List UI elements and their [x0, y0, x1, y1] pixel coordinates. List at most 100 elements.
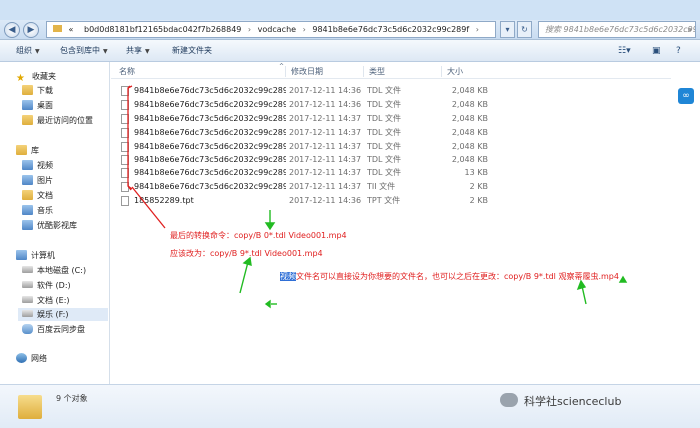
sidebar-item-drive-d[interactable]: 软件 (D:) — [22, 279, 71, 292]
hard-drive-icon — [22, 310, 33, 317]
view-options-icon[interactable]: ☷▾ — [618, 44, 631, 58]
computer-icon — [16, 250, 27, 260]
sidebar-item-downloads[interactable]: 下载 — [22, 84, 53, 97]
folder-icon — [53, 25, 62, 32]
file-date: 2017-12-11 14:37 — [289, 142, 362, 151]
file-name: 9841b8e6e76dc73c5d6c2032c99c289... — [134, 168, 286, 177]
sidebar-item-baidu[interactable]: 百度云同步盘 — [22, 323, 85, 336]
breadcrumb-chevron[interactable]: « — [69, 25, 74, 34]
sidebar-item-music[interactable]: 音乐 — [22, 204, 53, 217]
file-row[interactable]: 9841b8e6e76dc73c5d6c2032c99c289... 2017-… — [118, 180, 508, 193]
window-titlebar — [0, 0, 700, 20]
include-library-button[interactable]: 包含到库中 ▼ — [60, 44, 108, 59]
sidebar-item-computer[interactable]: 计算机 — [16, 249, 55, 262]
file-date: 2017-12-11 14:36 — [289, 100, 362, 109]
file-size: 2 KB — [469, 182, 488, 191]
star-icon: ★ — [16, 73, 25, 84]
file-name: 9841b8e6e76dc73c5d6c2032c99c289... — [134, 142, 286, 151]
file-row[interactable]: 9841b8e6e76dc73c5d6c2032c99c289... 2017-… — [118, 153, 508, 166]
file-date: 2017-12-11 14:37 — [289, 155, 362, 164]
file-name: 9841b8e6e76dc73c5d6c2032c99c289... — [134, 114, 286, 123]
address-bar[interactable]: « b0d0d8181bf12165bdac042f7b268849 › vod… — [46, 21, 496, 38]
search-input[interactable]: 搜索 9841b8e6e76dc73c5d6c2032c99c289f ⌕ — [538, 21, 696, 38]
breadcrumb-segment-3[interactable]: 9841b8e6e76dc73c5d6c2032c99c289f — [312, 25, 469, 34]
file-row[interactable]: 9841b8e6e76dc73c5d6c2032c99c289... 2017-… — [118, 140, 508, 153]
sidebar-item-documents[interactable]: 文档 — [22, 189, 53, 202]
navigation-pane: ★ 收藏夹 下载 桌面 最近访问的位置 库 视频 图片 文档 音乐 优酷影视库 计… — [0, 62, 110, 384]
status-bar: 9 个对象 科学社scienceclub — [0, 384, 700, 428]
column-header-date[interactable]: 修改日期 — [285, 66, 323, 77]
sidebar-item-videos[interactable]: 视频 — [22, 159, 53, 172]
sidebar-item-library[interactable]: 库 — [16, 144, 39, 157]
sync-badge-icon[interactable]: ∞ — [678, 88, 694, 104]
address-dropdown-icon[interactable]: ▾ — [500, 21, 515, 38]
sidebar-item-desktop[interactable]: 桌面 — [22, 99, 53, 112]
address-bar-row: ◀ ▶ « b0d0d8181bf12165bdac042f7b268849 ›… — [0, 20, 700, 40]
file-row[interactable]: 9841b8e6e76dc73c5d6c2032c99c289... 2017-… — [118, 166, 508, 179]
file-size: 2,048 KB — [451, 86, 488, 95]
file-size: 2,048 KB — [451, 128, 488, 137]
file-row[interactable]: 9841b8e6e76dc73c5d6c2032c99c289... 2017-… — [118, 84, 508, 97]
breadcrumb-segment-1[interactable]: b0d0d8181bf12165bdac042f7b268849 — [84, 25, 241, 34]
youku-library-icon — [22, 220, 33, 230]
file-row[interactable]: 9841b8e6e76dc73c5d6c2032c99c289... 2017-… — [118, 126, 508, 139]
video-library-icon — [22, 160, 33, 170]
file-row[interactable]: 185852289.tpt 2017-12-11 14:36 TPT 文件 2 … — [118, 194, 508, 207]
desktop-icon — [22, 100, 33, 110]
file-name: 9841b8e6e76dc73c5d6c2032c99c289... — [134, 182, 286, 191]
sidebar-item-recent[interactable]: 最近访问的位置 — [22, 114, 93, 127]
file-date: 2017-12-11 14:36 — [289, 86, 362, 95]
chevron-down-icon: ▼ — [145, 48, 150, 55]
file-name: 9841b8e6e76dc73c5d6c2032c99c289... — [134, 155, 286, 164]
refresh-icon[interactable]: ↻ — [517, 21, 532, 38]
hard-drive-icon — [22, 281, 33, 288]
share-button[interactable]: 共享 ▼ — [126, 44, 150, 59]
help-icon[interactable]: ? — [676, 44, 681, 58]
file-date: 2017-12-11 14:37 — [289, 168, 362, 177]
file-name: 9841b8e6e76dc73c5d6c2032c99c289... — [134, 100, 286, 109]
file-row[interactable]: 9841b8e6e76dc73c5d6c2032c99c289... 2017-… — [118, 112, 508, 125]
sidebar-item-drive-e[interactable]: 文档 (E:) — [22, 294, 70, 307]
preview-pane-icon[interactable]: ▣ — [652, 44, 661, 58]
hard-drive-icon — [22, 296, 33, 303]
cloud-sync-icon — [22, 324, 33, 334]
column-header-row: 名称 ^ 修改日期 类型 大小 — [111, 63, 671, 79]
annotation-highlight: 视频 — [280, 272, 296, 281]
sidebar-item-favorites[interactable]: ★ 收藏夹 — [16, 70, 56, 84]
breadcrumb-separator-icon: › — [475, 25, 479, 34]
breadcrumb-separator-icon: › — [247, 25, 252, 34]
breadcrumb-segment-2[interactable]: vodcache — [258, 25, 296, 34]
document-library-icon — [22, 190, 33, 200]
file-size: 2,048 KB — [451, 100, 488, 109]
sidebar-item-drive-f[interactable]: 娱乐 (F:) — [18, 308, 108, 321]
file-size: 2,048 KB — [451, 114, 488, 123]
network-icon — [16, 353, 27, 363]
sidebar-item-pictures[interactable]: 图片 — [22, 174, 53, 187]
file-size: 2,048 KB — [451, 142, 488, 151]
organize-button[interactable]: 组织 ▼ — [16, 44, 40, 59]
recent-places-icon — [22, 115, 33, 125]
search-icon[interactable]: ⌕ — [688, 22, 692, 37]
sidebar-item-youku[interactable]: 优酷影视库 — [22, 219, 77, 232]
search-placeholder: 搜索 9841b8e6e76dc73c5d6c2032c99c289f — [545, 25, 695, 34]
file-name: 9841b8e6e76dc73c5d6c2032c99c289... — [134, 86, 286, 95]
picture-library-icon — [22, 175, 33, 185]
column-header-name[interactable]: 名称 — [119, 66, 135, 77]
file-size: 2 KB — [469, 196, 488, 205]
sidebar-item-network[interactable]: 网络 — [16, 352, 47, 365]
new-folder-button[interactable]: 新建文件夹 — [172, 44, 212, 58]
breadcrumb-separator-icon: › — [302, 25, 306, 34]
sort-ascending-icon: ^ — [279, 63, 285, 70]
wechat-icon — [500, 393, 518, 407]
column-header-size[interactable]: 大小 — [441, 66, 463, 77]
file-date: 2017-12-11 14:37 — [289, 114, 362, 123]
command-toolbar: 组织 ▼ 包含到库中 ▼ 共享 ▼ 新建文件夹 ☷▾ ▣ ? — [0, 40, 700, 62]
watermark: 科学社scienceclub — [500, 393, 621, 409]
library-icon — [16, 145, 27, 155]
sidebar-item-drive-c[interactable]: 本地磁盘 (C:) — [22, 264, 86, 277]
forward-arrow-icon[interactable]: ▶ — [23, 22, 39, 38]
back-arrow-icon[interactable]: ◀ — [4, 22, 20, 38]
folder-icon — [18, 395, 42, 419]
column-header-type[interactable]: 类型 — [363, 66, 385, 77]
file-row[interactable]: 9841b8e6e76dc73c5d6c2032c99c289... 2017-… — [118, 98, 508, 111]
